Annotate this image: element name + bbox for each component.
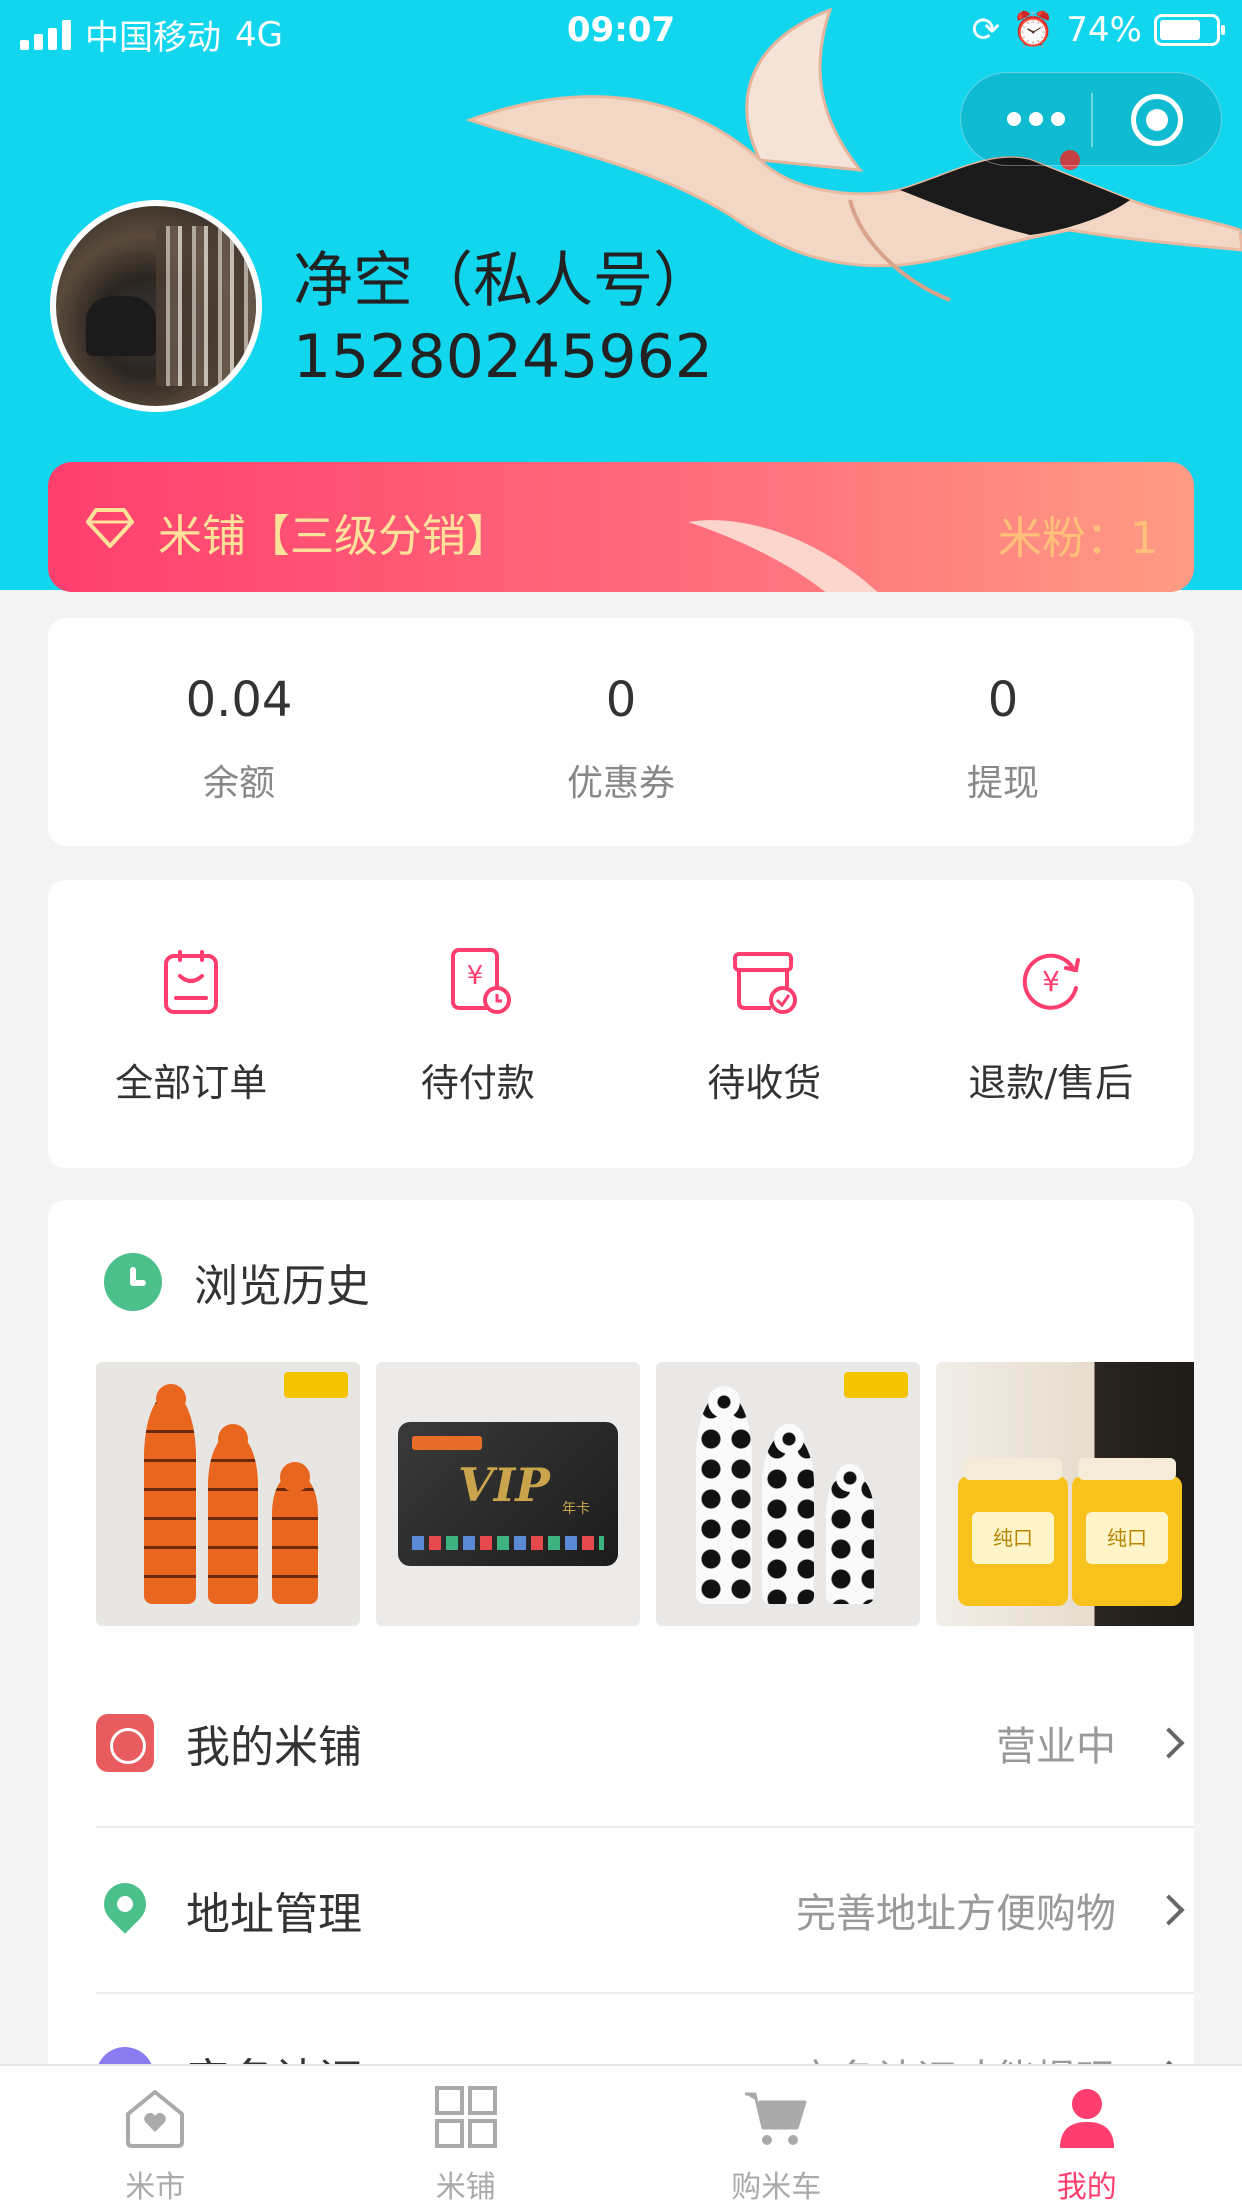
brand-logo xyxy=(284,1372,348,1398)
history-card: 浏览历史 VIP 年卡 纯口 纯口 我的米铺 营业中 地址管理 完善地址方便购物 xyxy=(48,1200,1194,2208)
tab-market[interactable]: 米市 xyxy=(0,2066,311,2208)
tab-label: 米市 xyxy=(125,2170,186,2205)
order-all[interactable]: 全部订单 xyxy=(48,880,335,1168)
close-mini-program-button[interactable] xyxy=(1131,94,1183,146)
order-label: 待付款 xyxy=(420,1061,535,1105)
stat-value: 0 xyxy=(987,672,1019,728)
tab-label: 我的 xyxy=(1056,2170,1117,2205)
chevron-right-icon xyxy=(1153,1727,1185,1759)
tab-label: 米铺 xyxy=(435,2170,496,2205)
order-label: 待收货 xyxy=(707,1061,822,1105)
history-product-soccer-bottles[interactable] xyxy=(656,1362,920,1626)
brand-logo xyxy=(844,1372,908,1398)
stat-value: 0 xyxy=(605,672,637,728)
clipboard-icon xyxy=(164,950,219,1014)
member-level-bar[interactable]: 米铺【三级分销】 米粉：1 xyxy=(48,462,1194,592)
grid-icon xyxy=(434,2086,497,2148)
order-refund[interactable]: ¥ 退款/售后 xyxy=(908,880,1195,1168)
bill-clock-icon: ¥ xyxy=(450,948,511,1014)
rotation-lock-icon: ⟳ xyxy=(971,10,1001,50)
avatar[interactable] xyxy=(50,200,262,412)
vip-card-image: VIP 年卡 xyxy=(398,1422,618,1566)
cart-icon xyxy=(745,2092,807,2145)
order-pending-payment[interactable]: ¥ 待付款 xyxy=(335,880,622,1168)
menu-status: 营业中 xyxy=(996,1724,1116,1770)
location-pin-icon xyxy=(96,1881,154,1939)
clock-icon xyxy=(104,1253,162,1311)
person-icon xyxy=(1059,2089,1114,2148)
bottom-tab-bar: 米市 米铺 购米车 我的 xyxy=(0,2064,1242,2208)
stat-value: 0.04 xyxy=(185,672,293,728)
chevron-right-icon xyxy=(1153,1894,1185,1926)
menu-address[interactable]: 地址管理 完善地址方便购物 xyxy=(96,1827,1194,1993)
svg-text:¥: ¥ xyxy=(1042,965,1060,998)
package-check-icon xyxy=(733,952,798,1014)
shop-icon xyxy=(96,1714,154,1772)
crane-wing-decoration xyxy=(688,520,878,592)
tab-shop[interactable]: 米铺 xyxy=(311,2066,622,2208)
battery-percent: 74% xyxy=(1066,10,1142,50)
home-heart-icon xyxy=(126,2090,185,2148)
stat-balance[interactable]: 0.04 余额 xyxy=(48,618,430,846)
history-product-basketball-bottles[interactable] xyxy=(96,1362,360,1626)
status-bar: 中国移动 4G 09:07 ⟳ ⏰ 74% xyxy=(0,0,1242,62)
alarm-icon: ⏰ xyxy=(1012,10,1055,50)
diamond-icon xyxy=(86,508,134,548)
vip-card-type: 年卡 xyxy=(562,1501,590,1517)
tab-cart[interactable]: 购米车 xyxy=(621,2066,932,2208)
yen-refresh-icon: ¥ xyxy=(1022,953,1080,1010)
capsule-divider xyxy=(1091,93,1093,147)
history-header: 浏览历史 xyxy=(104,1250,370,1314)
member-level-title: 米铺【三级分销】 xyxy=(158,511,510,562)
user-phone: 15280245962 xyxy=(293,322,713,392)
fans-count: 米粉：1 xyxy=(998,513,1158,564)
account-stats-card: 0.04 余额 0 优惠券 0 提现 xyxy=(48,618,1194,846)
user-name: 净空（私人号） xyxy=(293,246,713,316)
stat-label: 余额 xyxy=(202,763,275,804)
tab-label: 购米车 xyxy=(731,2170,822,2205)
jar-label: 纯口 xyxy=(993,1526,1033,1550)
menu-my-shop[interactable]: 我的米铺 营业中 xyxy=(96,1660,1194,1826)
svg-text:¥: ¥ xyxy=(466,961,483,991)
menu-label: 我的米铺 xyxy=(186,1722,362,1773)
jar-label: 纯口 xyxy=(1107,1526,1147,1550)
order-label: 全部订单 xyxy=(115,1061,268,1105)
stat-label: 提现 xyxy=(966,763,1039,804)
history-product-vip-card[interactable]: VIP 年卡 xyxy=(376,1362,640,1626)
stat-coupons[interactable]: 0 优惠券 xyxy=(430,618,812,846)
mini-program-capsule xyxy=(960,72,1222,166)
menu-label: 地址管理 xyxy=(186,1889,362,1940)
history-product-honey-jars[interactable]: 纯口 纯口 xyxy=(936,1362,1194,1626)
history-carousel[interactable]: VIP 年卡 纯口 纯口 xyxy=(96,1362,1194,1626)
menu-status: 完善地址方便购物 xyxy=(796,1891,1116,1937)
order-label: 退款/售后 xyxy=(968,1061,1134,1105)
orders-card: 全部订单 ¥ 待付款 待收货 ¥ 退款/售后 xyxy=(48,880,1194,1168)
history-title: 浏览历史 xyxy=(194,1261,370,1312)
vip-badge: VIP xyxy=(458,1458,550,1512)
more-menu-button[interactable] xyxy=(1001,101,1071,137)
stat-withdraw[interactable]: 0 提现 xyxy=(812,618,1194,846)
stat-label: 优惠券 xyxy=(566,763,675,804)
tab-me[interactable]: 我的 xyxy=(932,2066,1242,2208)
order-pending-receipt[interactable]: 待收货 xyxy=(621,880,908,1168)
battery-icon xyxy=(1154,14,1225,46)
